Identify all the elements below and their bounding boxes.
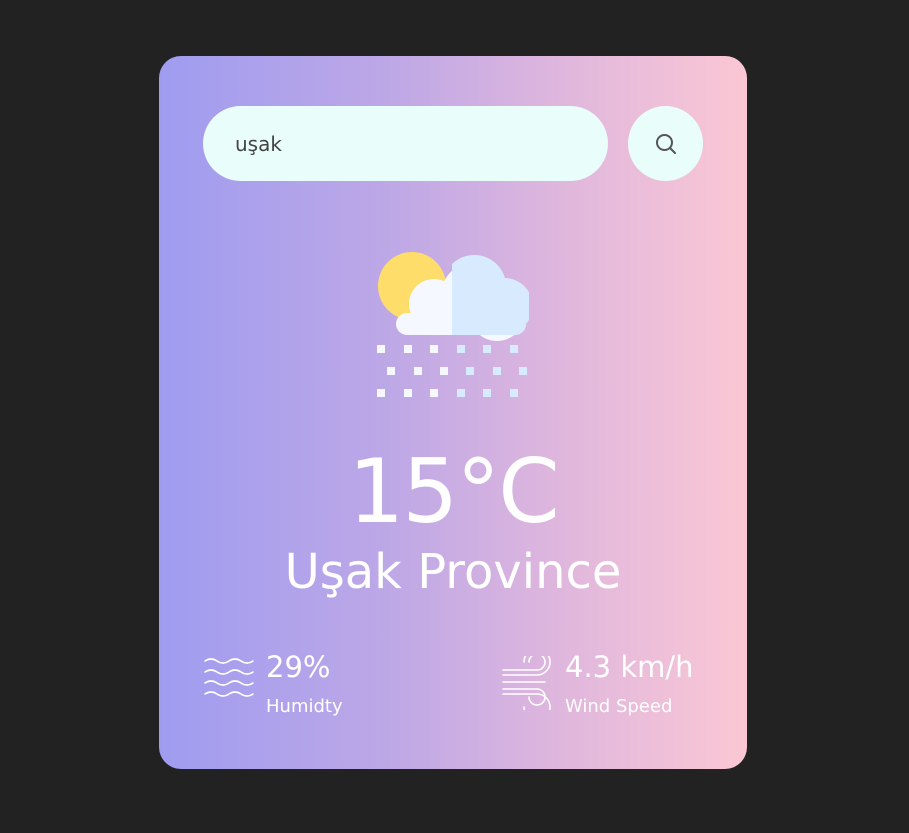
search-icon (655, 133, 676, 154)
snow-dots (377, 345, 527, 397)
humidity-waves-icon (204, 658, 254, 697)
humidity-label: Humidty (266, 696, 343, 717)
wind-icon (502, 656, 551, 710)
wind-value: 4.3 km/h (565, 650, 694, 684)
humidity-value: 29% (266, 650, 331, 684)
partly-cloudy-snow-icon (377, 252, 529, 397)
cloud-shade (452, 254, 529, 335)
city-name: Uşak Province (284, 544, 622, 600)
search-button[interactable] (628, 106, 703, 181)
wind-label: Wind Speed (565, 696, 673, 717)
temperature: 15°C (348, 440, 559, 543)
search-input[interactable] (203, 106, 608, 181)
weather-card: 15°C Uşak Province 29% Humidty 4.3 km/h … (159, 56, 747, 769)
